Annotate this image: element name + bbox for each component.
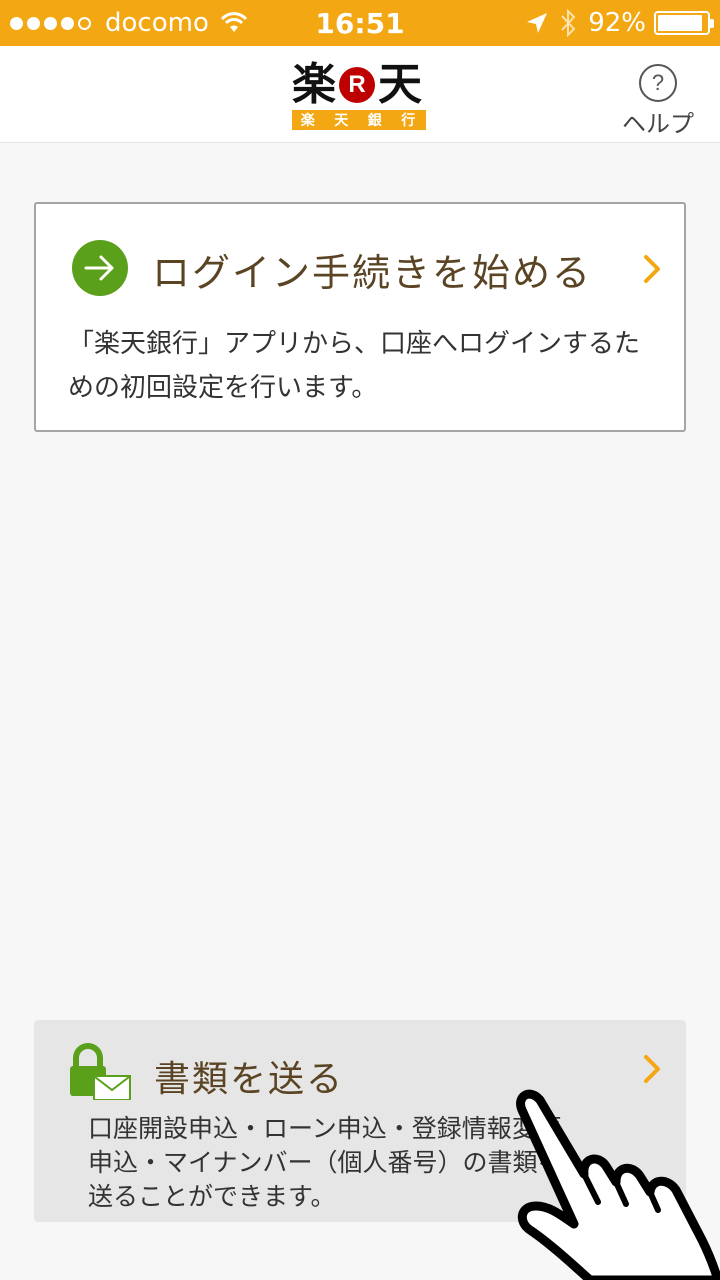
battery-level-fill <box>658 15 702 31</box>
login-card-description: 「楽天銀行」アプリから、口座へログインするための初回設定を行います。 <box>68 329 641 403</box>
app-header: 楽 R 天 楽 天 銀 行 ? ヘルプ <box>0 46 720 143</box>
send-documents-card[interactable]: 書類を送る 口座開設申込・ローン申込・登録情報変更 申込・マイナンバー（個人番号… <box>34 1020 686 1222</box>
location-arrow-icon <box>527 13 548 33</box>
help-button[interactable]: ? ヘルプ <box>622 64 694 138</box>
chevron-right-icon <box>644 1055 660 1083</box>
docs-card-title: 書類を送る <box>154 1059 345 1100</box>
app-screen: docomo 16:51 92% 楽 R 天 楽 天 銀 行 ? ヘルプ ログイ… <box>0 0 720 1280</box>
lock-mail-icon <box>70 1043 131 1100</box>
arrow-right-circle-icon <box>72 240 128 296</box>
logo-kanji-left: 楽 <box>292 59 336 110</box>
battery-percent: 92% <box>588 8 646 38</box>
logo-kanji-right: 天 <box>378 59 422 110</box>
rakuten-bank-logo: 楽 R 天 楽 天 銀 行 <box>292 60 430 132</box>
bluetooth-icon <box>561 9 576 37</box>
docs-card-description: 口座開設申込・ローン申込・登録情報変更 申込・マイナンバー（個人番号）の書類を … <box>88 1114 563 1211</box>
logo-r-mark: R <box>339 67 375 103</box>
chevron-right-icon <box>644 255 660 283</box>
logo-subtitle: 楽 天 銀 行 <box>292 110 426 130</box>
question-circle-icon: ? <box>639 64 677 102</box>
status-right: 92% <box>526 8 714 38</box>
start-login-card[interactable]: ログイン手続きを始める 「楽天銀行」アプリから、口座へログインするための初回設定… <box>34 202 686 432</box>
help-label: ヘルプ <box>622 110 694 138</box>
battery-icon <box>654 11 714 35</box>
login-card-title: ログイン手続きを始める <box>152 251 593 295</box>
status-bar: docomo 16:51 92% <box>0 0 720 46</box>
